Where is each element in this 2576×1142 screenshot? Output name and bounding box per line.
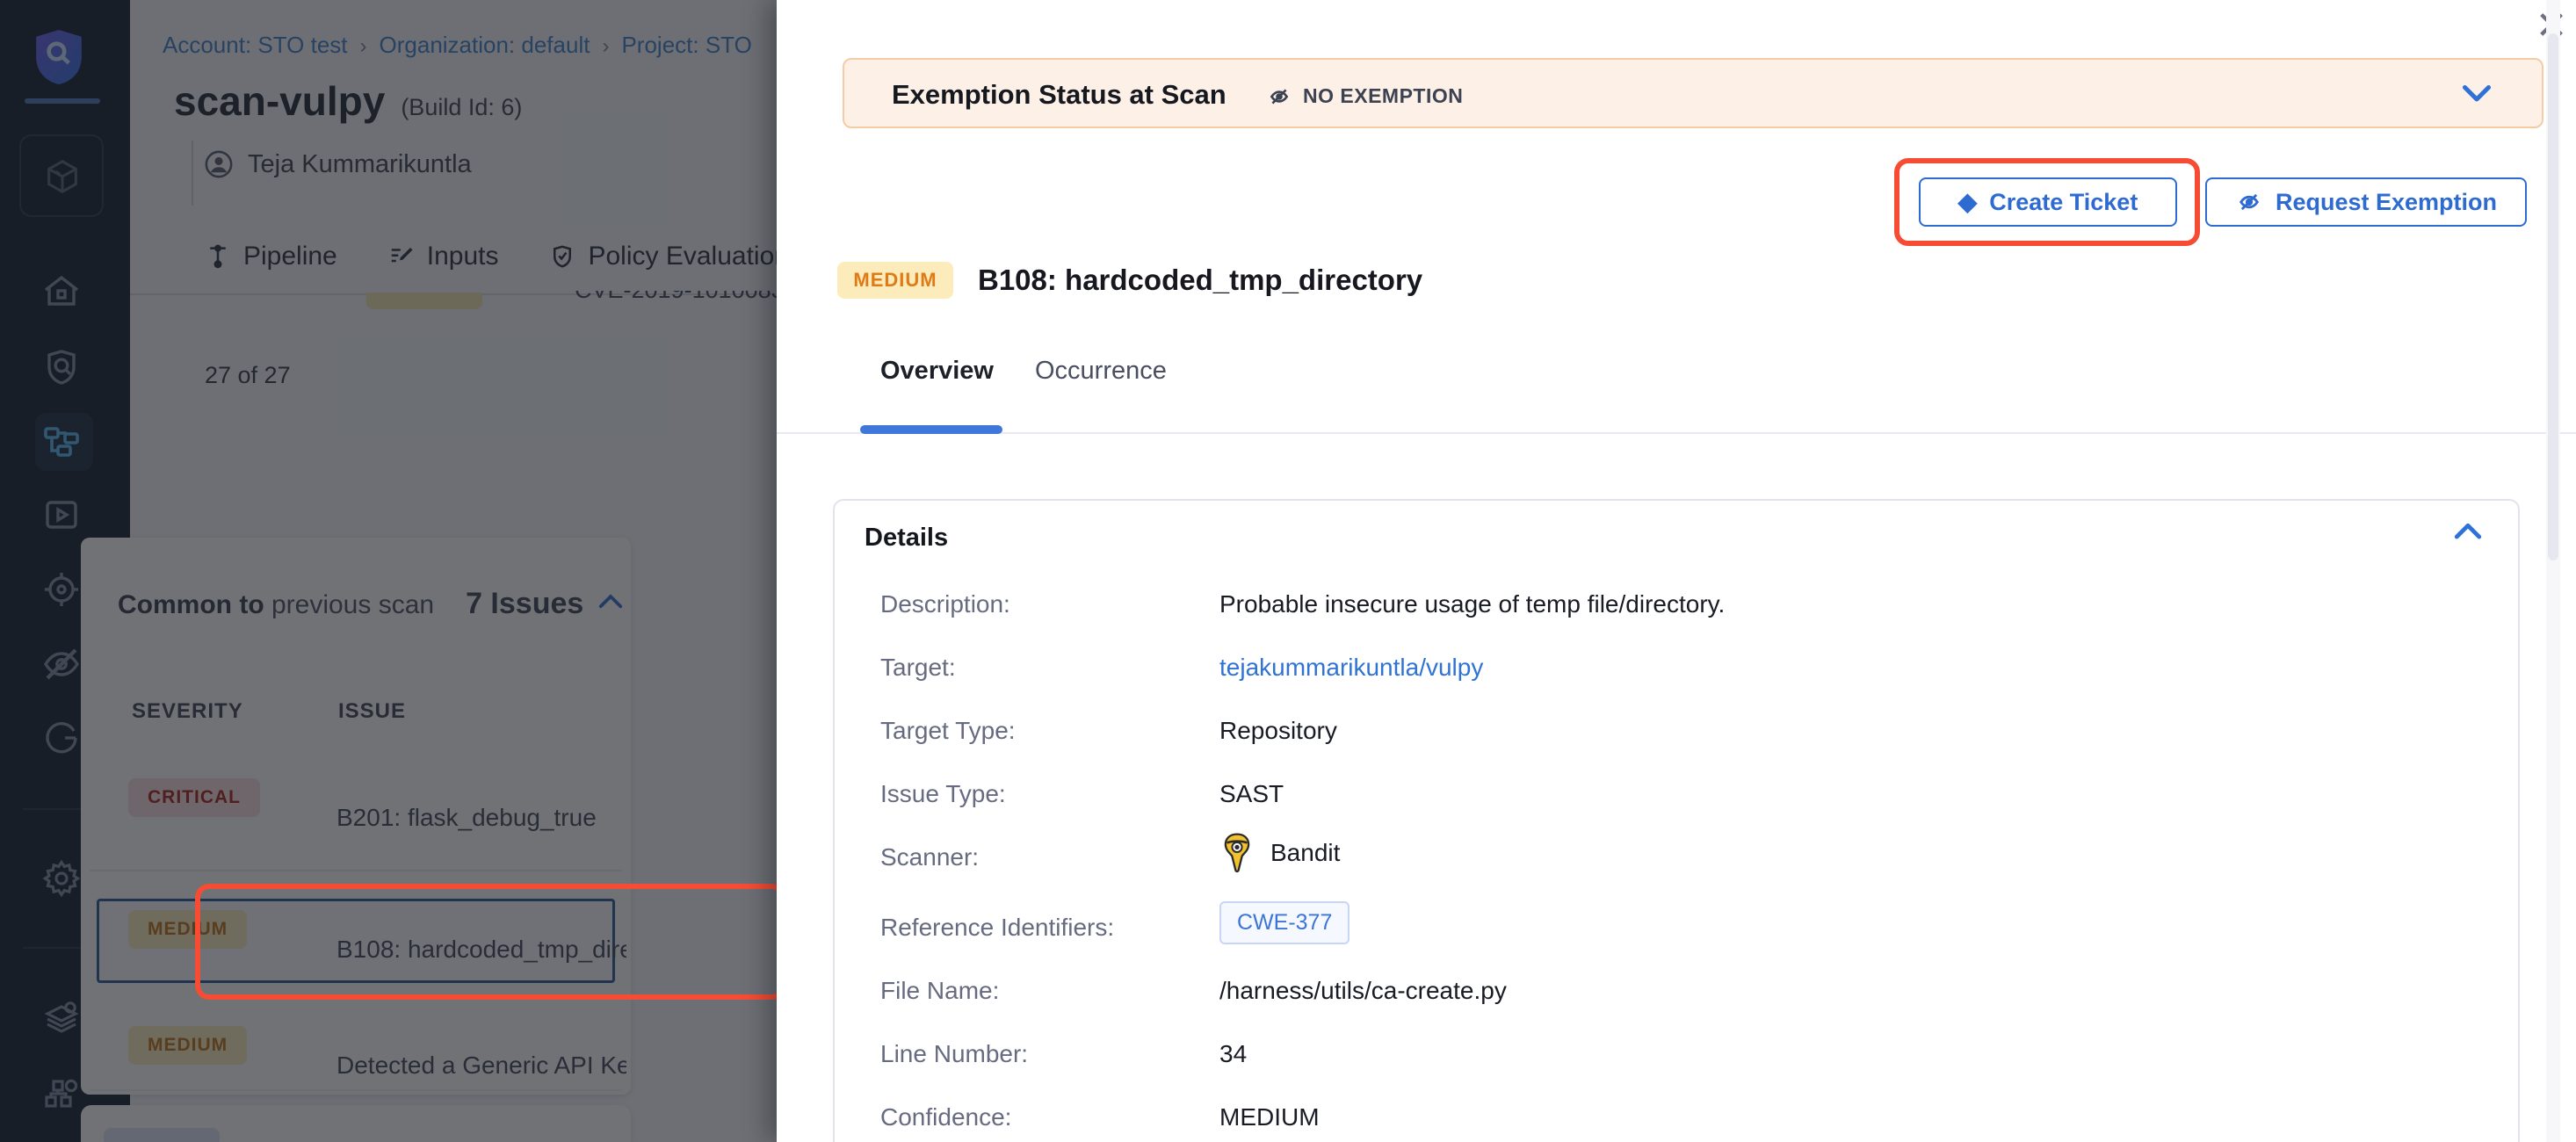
- annotation-highlight-row: [195, 884, 785, 1000]
- no-exemption-badge: NO EXEMPTION: [1266, 84, 1463, 108]
- field-value-target-type: Repository: [1219, 717, 1337, 745]
- field-value-issue-type: SAST: [1219, 780, 1284, 808]
- tab-overview[interactable]: Overview: [880, 357, 994, 386]
- field-label-file-name: File Name:: [880, 977, 999, 1005]
- tab-bar-border: [777, 432, 2576, 434]
- eye-off-icon: [2235, 190, 2263, 214]
- field-label-target-type: Target Type:: [880, 717, 1016, 745]
- field-value-target-link[interactable]: tejakummarikuntla/vulpy: [1219, 654, 1483, 682]
- details-card: Details Description: Probable insecure u…: [833, 499, 2520, 1142]
- field-label-target: Target:: [880, 654, 956, 682]
- field-label-scanner: Scanner:: [880, 843, 979, 871]
- field-value-line-number: 34: [1219, 1040, 1247, 1068]
- exemption-status-banner[interactable]: Exemption Status at Scan NO EXEMPTION: [843, 58, 2543, 128]
- field-label-line-number: Line Number:: [880, 1040, 1028, 1068]
- details-card-title: Details: [865, 524, 948, 553]
- drawer-scrollbar[interactable]: [2546, 0, 2560, 1142]
- field-value-confidence: MEDIUM: [1219, 1103, 1320, 1131]
- field-label-confidence: Confidence:: [880, 1103, 1011, 1131]
- bandit-scanner-icon: [1219, 833, 1255, 873]
- tab-occurrence[interactable]: Occurrence: [1035, 357, 1167, 386]
- issue-title: B108: hardcoded_tmp_directory: [978, 264, 1422, 297]
- field-label-issue-type: Issue Type:: [880, 780, 1006, 808]
- eye-off-icon: [1266, 85, 1292, 108]
- chevron-up-icon[interactable]: [2453, 520, 2483, 541]
- exemption-banner-title: Exemption Status at Scan: [892, 79, 1226, 111]
- scrollbar-thumb[interactable]: [2548, 33, 2558, 560]
- chevron-down-icon[interactable]: [2461, 83, 2493, 105]
- annotation-highlight-create-ticket: [1894, 158, 2200, 246]
- active-tab-underline: [860, 425, 1002, 434]
- issue-details-drawer: ✕ Exemption Status at Scan NO EXEMPTION …: [777, 0, 2576, 1142]
- field-label-reference-identifiers: Reference Identifiers:: [880, 914, 1114, 942]
- field-value-reference-identifiers: CWE-377: [1219, 901, 1350, 944]
- request-exemption-button[interactable]: Request Exemption: [2205, 177, 2527, 227]
- field-value-description: Probable insecure usage of temp file/dir…: [1219, 590, 1725, 618]
- field-value-scanner: Bandit: [1219, 833, 1340, 873]
- field-value-file-name: /harness/utils/ca-create.py: [1219, 977, 1507, 1005]
- field-label-description: Description:: [880, 590, 1010, 618]
- cwe-chip[interactable]: CWE-377: [1219, 901, 1350, 944]
- issue-severity-badge: MEDIUM: [837, 262, 953, 299]
